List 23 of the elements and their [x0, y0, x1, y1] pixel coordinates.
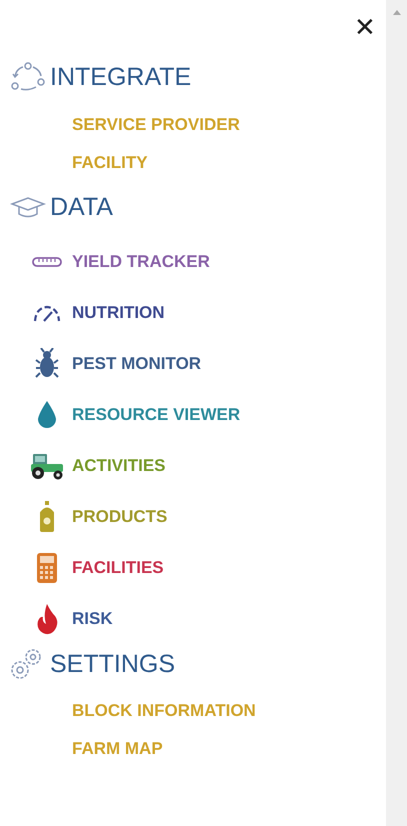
- cycle-icon: [10, 62, 46, 92]
- graduation-cap-icon: [10, 195, 46, 219]
- beetle-icon: [35, 348, 59, 380]
- menu-link[interactable]: RESOURCE VIEWER: [72, 406, 240, 423]
- section-heading[interactable]: DATA: [50, 194, 113, 220]
- menu-link[interactable]: ACTIVITIES: [72, 457, 166, 474]
- menu-link[interactable]: FACILITIES: [72, 559, 164, 576]
- menu-link[interactable]: PRODUCTS: [72, 508, 168, 525]
- scrollbar[interactable]: [386, 0, 407, 826]
- menu-link[interactable]: RISK: [72, 610, 113, 627]
- section-heading[interactable]: SETTINGS: [50, 652, 176, 676]
- calculator-icon: [36, 552, 58, 584]
- menu-link[interactable]: YIELD TRACKER: [72, 253, 210, 270]
- spray-can-icon: [38, 500, 56, 532]
- section-heading[interactable]: INTEGRATE: [50, 64, 192, 90]
- flame-icon: [35, 602, 59, 634]
- ruler-icon: [32, 256, 62, 266]
- menu-link[interactable]: NUTRITION: [72, 304, 165, 321]
- close-button[interactable]: ✕: [350, 12, 380, 42]
- scroll-up-icon[interactable]: [392, 10, 400, 15]
- gauge-icon: [32, 304, 62, 322]
- water-drop-icon: [36, 400, 58, 430]
- menu-link[interactable]: PEST MONITOR: [72, 355, 202, 372]
